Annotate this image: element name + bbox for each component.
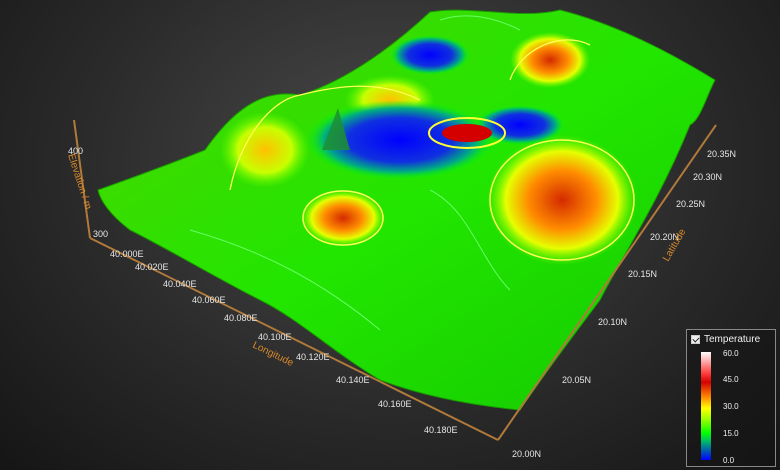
x-tick-label: 40.140E — [336, 375, 370, 385]
temperature-colorbar — [701, 352, 711, 460]
y-tick-label: 20.35N — [707, 149, 736, 159]
y-tick-label: 20.15N — [628, 269, 657, 279]
temperature-legend: Temperature 60.0 45.0 30.0 15.0 0.0 — [686, 329, 776, 467]
cold-basin-north — [390, 35, 470, 75]
legend-header: Temperature — [691, 334, 760, 345]
y-tick-label: 20.25N — [676, 199, 705, 209]
surface-chart: 300 400 Elevation / m 40.000E 40.020E 40… — [65, 9, 736, 459]
legend-tick-label: 45.0 — [723, 375, 739, 384]
y-tick-label: 20.05N — [562, 375, 591, 385]
x-axis-title: Longitude — [251, 340, 296, 369]
hot-core-center — [442, 124, 492, 142]
x-tick-label: 40.040E — [163, 279, 197, 289]
z-axis-title: Elevation / m — [65, 153, 93, 211]
hot-spot-east — [487, 135, 637, 265]
z-tick-label: 300 — [93, 229, 108, 239]
legend-tick-label: 15.0 — [723, 429, 739, 438]
legend-tick-label: 30.0 — [723, 402, 739, 411]
y-tick-label: 20.00N — [512, 449, 541, 459]
x-tick-label: 40.000E — [110, 249, 144, 259]
x-tick-label: 40.020E — [135, 262, 169, 272]
x-tick-label: 40.160E — [378, 399, 412, 409]
y-tick-label: 20.30N — [693, 172, 722, 182]
y-tick-label: 20.10N — [598, 317, 627, 327]
x-tick-label: 40.080E — [224, 313, 258, 323]
x-tick-label: 40.180E — [424, 425, 458, 435]
x-tick-label: 40.120E — [296, 352, 330, 362]
x-tick-label: 40.060E — [192, 295, 226, 305]
x-tick-label: 40.100E — [258, 332, 292, 342]
legend-checkbox[interactable] — [691, 335, 700, 344]
legend-tick-label: 60.0 — [723, 349, 739, 358]
cold-basin-east — [475, 105, 565, 145]
legend-tick-label: 0.0 — [723, 456, 735, 465]
legend-title: Temperature — [704, 334, 761, 345]
hot-spot-center — [301, 190, 385, 246]
